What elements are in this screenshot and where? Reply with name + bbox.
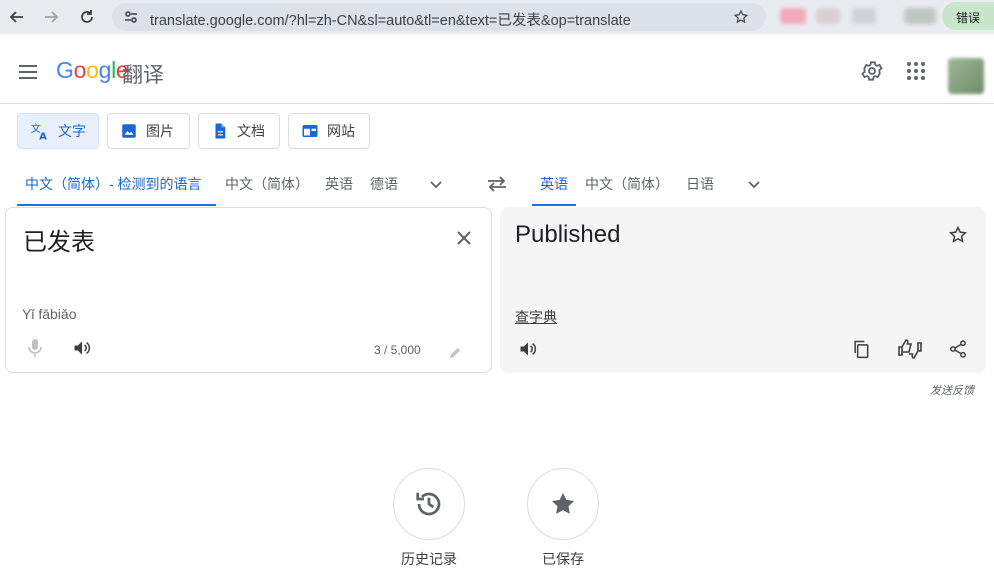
gear-icon [861, 61, 883, 81]
source-lang-option[interactable]: 德语 [370, 174, 398, 194]
swap-languages-button[interactable] [484, 172, 510, 196]
browser-toolbar: translate.google.com/?hl=zh-CN&sl=auto&t… [0, 0, 994, 34]
source-lang-more-button[interactable] [424, 172, 448, 196]
website-icon [302, 125, 318, 137]
extension-icon[interactable] [852, 8, 876, 24]
share-translation-button[interactable] [946, 337, 970, 361]
bookmark-star-icon[interactable] [732, 8, 750, 26]
target-lang-more-button[interactable] [742, 172, 766, 196]
forward-button[interactable] [40, 6, 62, 28]
mode-website-button[interactable]: 网站 [288, 113, 370, 149]
speaker-icon [74, 341, 91, 355]
star-outline-icon [948, 225, 968, 243]
mode-label: 网站 [327, 123, 355, 139]
microphone-icon [28, 339, 42, 357]
close-icon [457, 231, 471, 245]
address-bar[interactable]: translate.google.com/?hl=zh-CN&sl=auto&t… [112, 3, 766, 31]
target-lang-indicator [532, 204, 576, 206]
target-lang-option[interactable]: 日语 [686, 174, 714, 194]
source-romanization: Yǐ fābiǎo [22, 306, 77, 322]
account-avatar[interactable] [948, 58, 984, 94]
back-arrow-icon [9, 11, 23, 23]
mode-label: 文字 [58, 123, 86, 139]
site-settings-icon[interactable] [122, 8, 140, 26]
google-logo[interactable]: Google [56, 57, 129, 84]
extension-icon[interactable] [904, 8, 936, 24]
history-label: 历史记录 [401, 551, 457, 567]
settings-button[interactable] [859, 58, 885, 84]
saved-button[interactable] [527, 468, 599, 540]
character-counter: 3 / 5,000 [374, 343, 421, 357]
save-translation-button[interactable] [946, 223, 970, 247]
app-header: Google 翻译 [0, 38, 994, 104]
saved-label: 已保存 [542, 551, 584, 567]
apps-button[interactable] [903, 58, 929, 84]
error-badge[interactable]: 错误 [942, 2, 994, 30]
target-listen-button[interactable] [516, 337, 540, 361]
back-button[interactable] [6, 6, 28, 28]
reload-button[interactable] [76, 6, 98, 28]
edit-source-button[interactable] [444, 342, 466, 364]
apps-grid-icon [907, 62, 925, 80]
mode-image-button[interactable]: 图片 [107, 113, 190, 149]
source-lang-option[interactable]: 英语 [325, 174, 353, 194]
voice-input-button[interactable] [23, 336, 47, 360]
product-name: 翻译 [122, 64, 164, 87]
translation-panel: Published 查字典 [500, 207, 986, 373]
mode-label: 文档 [237, 123, 265, 139]
copy-translation-button[interactable] [849, 337, 873, 361]
send-feedback-link[interactable]: 发送反馈 [930, 382, 974, 398]
rate-translation-button[interactable] [896, 337, 924, 361]
translate-icon: 文A [31, 122, 47, 141]
speaker-icon [520, 342, 537, 356]
reload-icon [81, 10, 93, 23]
source-lang-detected[interactable]: 中文（简体）- 检测到的语言 [25, 174, 202, 194]
translation-output: Published [515, 221, 621, 248]
svg-text:A: A [39, 131, 47, 141]
main-menu-button[interactable] [16, 60, 40, 84]
source-listen-button[interactable] [70, 336, 94, 360]
mode-document-button[interactable]: 文档 [198, 113, 280, 149]
source-text-panel[interactable]: 已发表 Yǐ fābiǎo 3 / 5,000 [5, 207, 492, 373]
source-lang-indicator [17, 204, 216, 206]
chevron-down-icon [748, 181, 760, 189]
url-text[interactable]: translate.google.com/?hl=zh-CN&sl=auto&t… [150, 9, 631, 30]
source-lang-option[interactable]: 中文（简体） [225, 174, 309, 194]
mode-label: 图片 [146, 123, 174, 139]
forward-arrow-icon [45, 11, 59, 23]
dictionary-link[interactable]: 查字典 [515, 307, 557, 327]
history-button[interactable] [393, 468, 465, 540]
document-icon [215, 123, 226, 139]
hamburger-menu-icon [19, 65, 37, 79]
star-icon [551, 492, 575, 514]
extension-icon[interactable] [780, 8, 806, 24]
clear-source-button[interactable] [452, 226, 476, 250]
share-icon [950, 340, 966, 358]
swap-arrows-icon [488, 176, 506, 192]
copy-icon [854, 340, 869, 359]
target-lang-option[interactable]: 中文（简体） [585, 174, 669, 194]
thumbs-up-down-icon [898, 339, 922, 359]
extension-icon[interactable] [816, 8, 840, 24]
source-text-input[interactable]: 已发表 [23, 222, 95, 257]
pencil-icon [449, 347, 461, 359]
history-icon [416, 492, 441, 516]
target-lang-selected[interactable]: 英语 [540, 174, 568, 194]
image-icon [122, 124, 136, 138]
chevron-down-icon [430, 181, 442, 189]
mode-text-button[interactable]: 文A 文字 [17, 113, 99, 149]
